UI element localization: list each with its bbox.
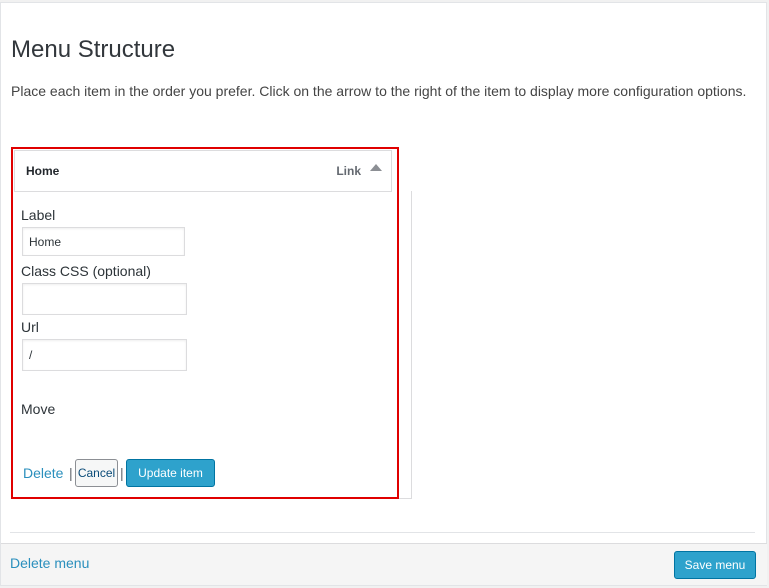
page-title: Menu Structure: [11, 36, 176, 63]
intro-text: Place each item in the order you prefer.…: [11, 83, 747, 99]
footer-bar: [1, 543, 767, 585]
item-highlight-box: [11, 147, 399, 499]
delete-menu-link[interactable]: Delete menu: [10, 555, 89, 571]
save-menu-button[interactable]: Save menu: [674, 551, 756, 579]
divider: [10, 532, 755, 533]
